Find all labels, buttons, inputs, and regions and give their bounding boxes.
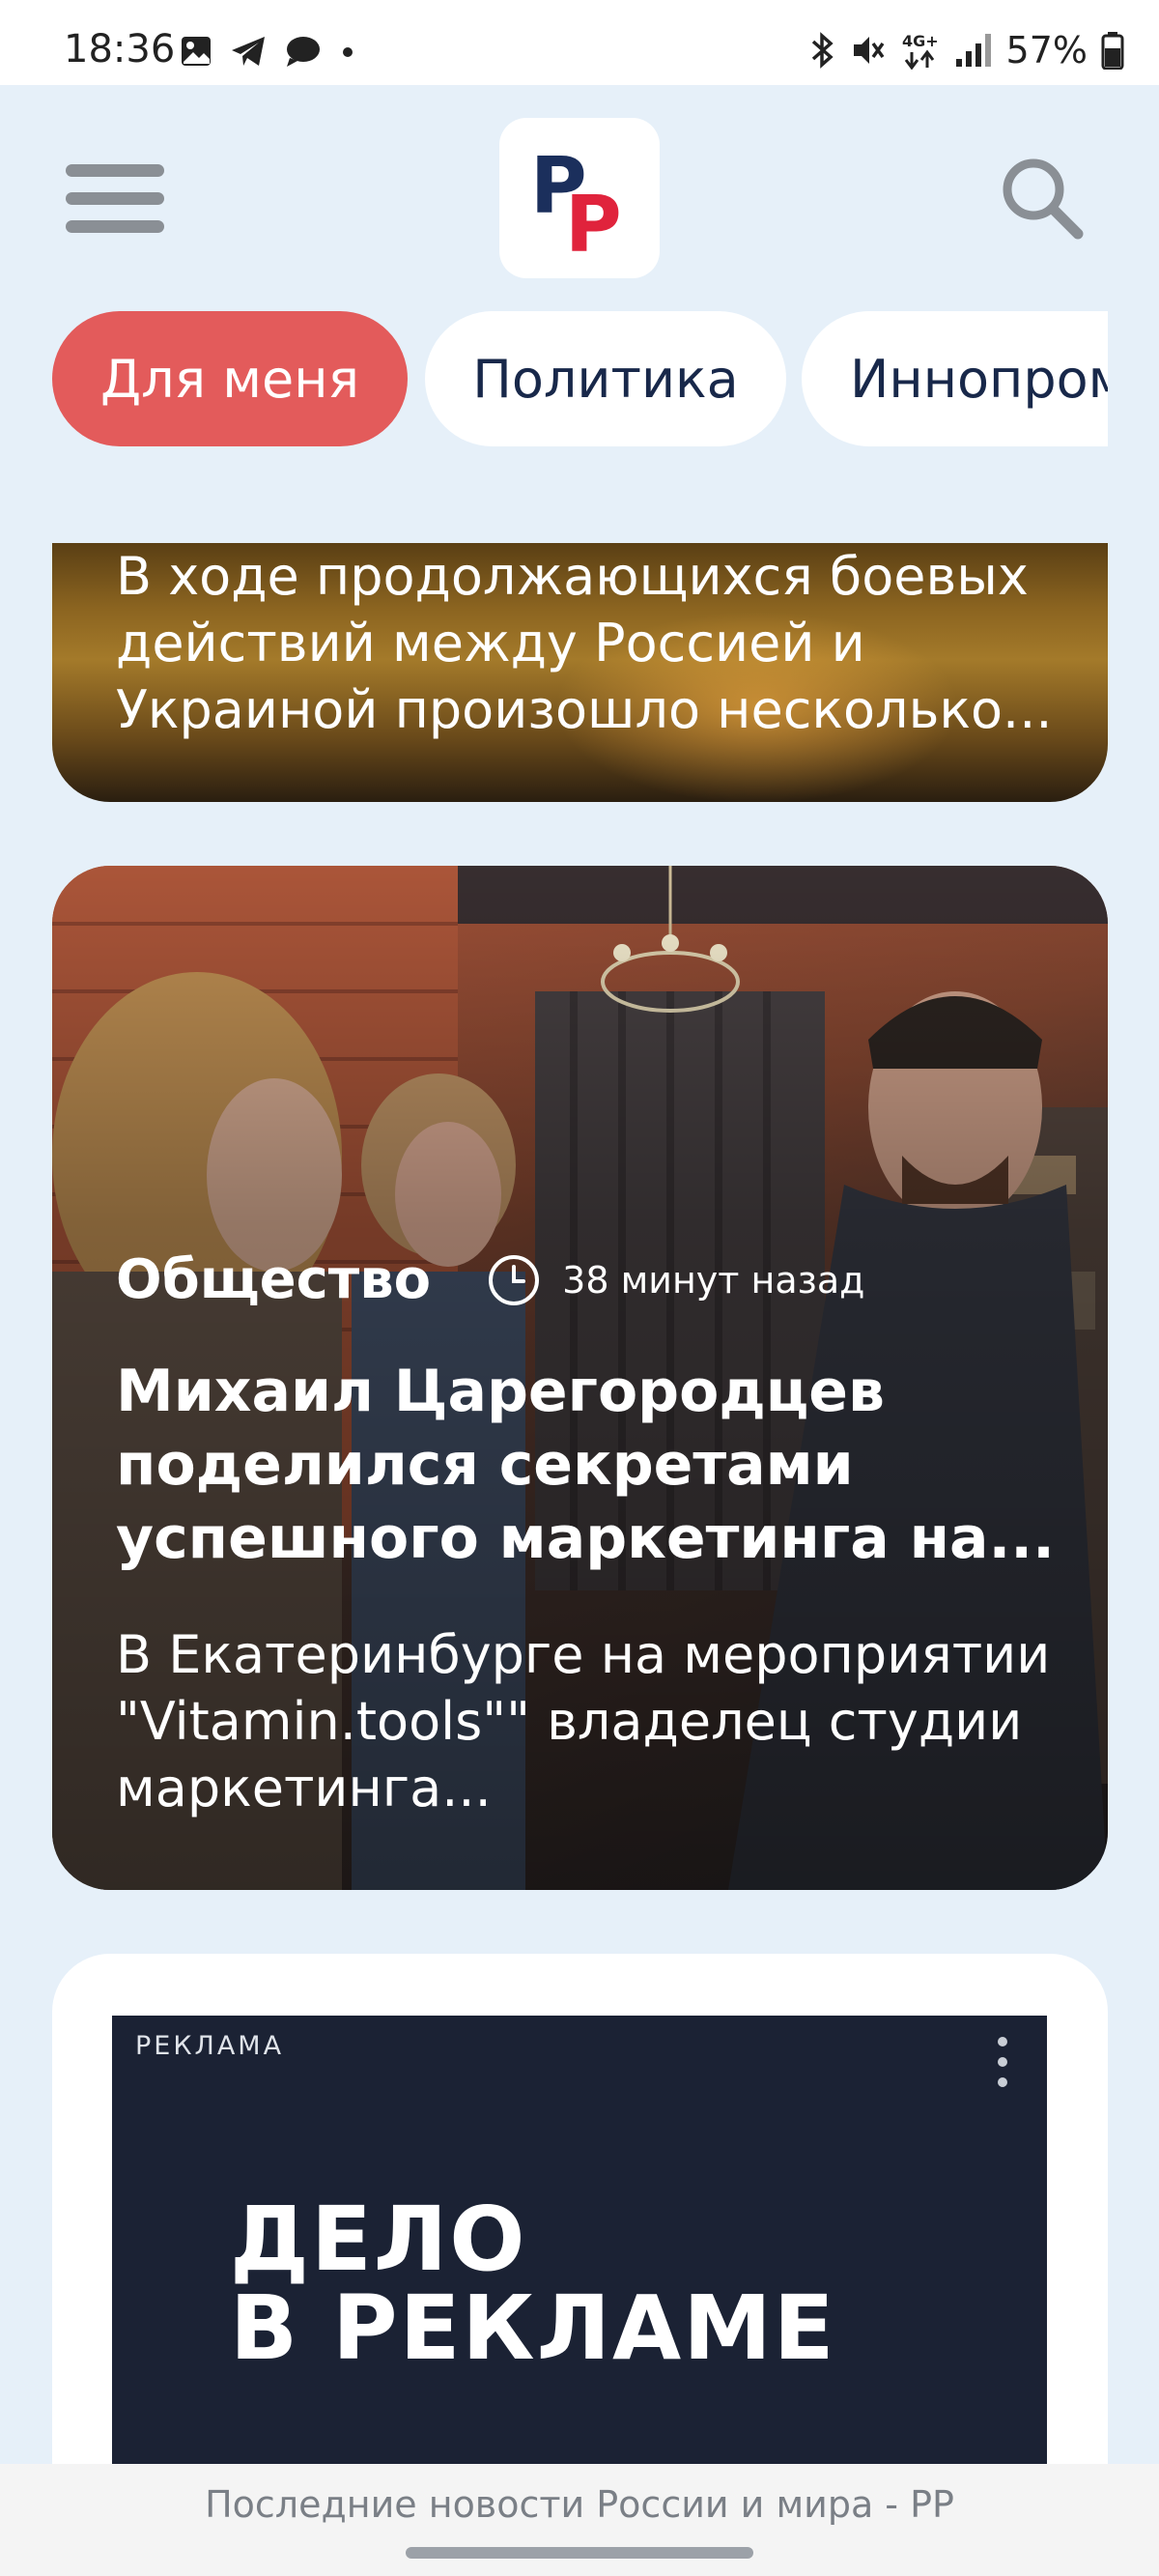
card-excerpt: В Екатеринбурге на мероприятии "Vitamin.… <box>116 1624 1051 1818</box>
battery-icon <box>1101 32 1124 70</box>
battery-percent: 57% <box>1005 29 1088 72</box>
ad-line-2: В РЕКЛАМЕ <box>230 2276 836 2380</box>
app-logo[interactable]: Р Р <box>499 118 660 278</box>
dot-icon <box>343 47 353 57</box>
notification-icons <box>180 35 357 68</box>
tab-label: Иннопром <box>850 348 1108 410</box>
footer-bar: Последние новости России и мира - РР <box>0 2464 1159 2576</box>
network-icon: 4G+ <box>902 32 939 70</box>
card-time: 38 минут назад <box>562 1258 865 1302</box>
tab-label: Политика <box>472 348 739 410</box>
telegram-icon <box>232 37 265 66</box>
svg-text:4G+: 4G+ <box>902 32 939 50</box>
search-button[interactable] <box>999 155 1086 242</box>
mute-icon <box>853 37 884 64</box>
logo-icon: Р Р <box>530 141 622 270</box>
home-indicator[interactable] <box>406 2547 753 2559</box>
system-icons: 4G+ 57% <box>807 29 1124 72</box>
search-icon <box>1003 158 1084 240</box>
card-meta: Общество 38 минут назад <box>116 1248 864 1311</box>
card-excerpt: В ходе продолжающихся боевых действий ме… <box>116 546 1053 740</box>
card-headline: Михаил Царегородцев поделился секретами … <box>116 1358 1055 1572</box>
chat-icon <box>287 37 320 67</box>
category-tabs: Для меня Политика Иннопром <box>52 311 1108 446</box>
card-category: Общество <box>116 1248 432 1311</box>
image-icon <box>182 37 211 66</box>
ad-label: РЕКЛАМА <box>135 2031 285 2061</box>
more-options-icon[interactable] <box>993 2037 1012 2095</box>
signal-icon <box>955 34 991 67</box>
tab-label: Для меня <box>99 348 360 410</box>
tab-politics[interactable]: Политика <box>425 311 786 446</box>
hamburger-menu-button[interactable] <box>66 164 166 234</box>
tab-for-me[interactable]: Для меня <box>52 311 408 446</box>
news-card-marketing[interactable]: Общество 38 минут назад Михаил Царегород… <box>52 866 1108 1890</box>
ad-headline: ДЕЛО В РЕКЛАМЕ <box>230 2195 836 2373</box>
logo-letter-2: Р <box>565 180 622 270</box>
page-title: Последние новости России и мира - РР <box>205 2483 954 2526</box>
tab-innoprom[interactable]: Иннопром <box>802 311 1108 446</box>
bluetooth-icon <box>811 32 834 69</box>
status-time: 18:36 <box>64 27 176 72</box>
news-card-war[interactable]: В ходе продолжающихся боевых действий ме… <box>52 543 1108 802</box>
status-bar: 18:36 4G+ 57% <box>0 0 1159 85</box>
clock-icon <box>489 1254 540 1305</box>
ad-line-1: ДЕЛО <box>230 2188 527 2291</box>
